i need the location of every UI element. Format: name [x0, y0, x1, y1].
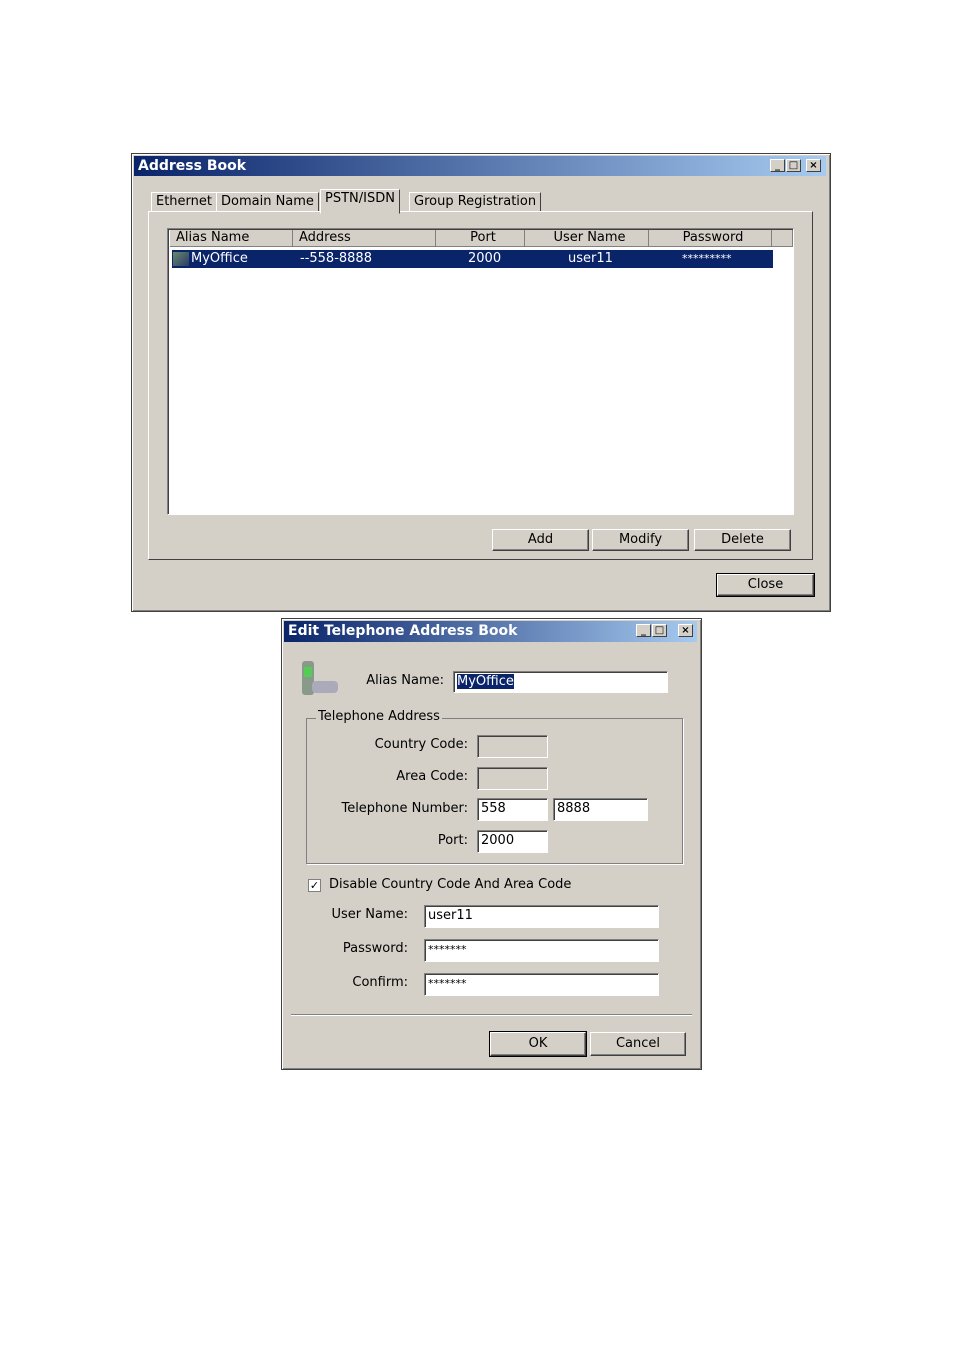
alias-selected-text: MyOffice — [457, 674, 514, 689]
maximize-button[interactable]: □ — [652, 624, 667, 637]
cell-address: --558-8888 — [300, 251, 372, 266]
area-code-label: Area Code: — [396, 769, 468, 784]
minimize-button[interactable]: _ — [636, 624, 651, 637]
ok-button[interactable]: OK — [489, 1031, 587, 1057]
address-list[interactable]: Alias Name Address Port User Name Passwo… — [167, 228, 794, 515]
window-title: Address Book — [138, 158, 247, 174]
add-button[interactable]: Add — [492, 529, 589, 551]
title-bar[interactable]: Edit Telephone Address Book _ □ × — [284, 621, 697, 642]
modify-button[interactable]: Modify — [592, 529, 689, 551]
user-name-input[interactable]: user11 — [424, 905, 659, 928]
password-label: Password: — [342, 941, 408, 956]
phone-icon — [173, 252, 189, 266]
telephone-number-label: Telephone Number: — [341, 801, 468, 816]
cell-alias: MyOffice — [191, 251, 248, 266]
tab-ethernet[interactable]: Ethernet — [151, 192, 217, 212]
column-header-port[interactable]: Port — [436, 230, 525, 247]
edit-telephone-dialog: Edit Telephone Address Book _ □ × Alias … — [281, 618, 702, 1070]
cell-port: 2000 — [468, 251, 502, 266]
minimize-button[interactable]: _ — [770, 159, 785, 172]
country-code-input[interactable] — [477, 735, 548, 758]
area-code-input[interactable] — [477, 767, 548, 790]
column-header-address[interactable]: Address — [293, 230, 436, 247]
disable-codes-checkbox[interactable]: ✓ — [308, 879, 321, 892]
column-header-user-name[interactable]: User Name — [525, 230, 649, 247]
maximize-button[interactable]: □ — [786, 159, 801, 172]
cell-password: ********* — [682, 252, 732, 265]
delete-button[interactable]: Delete — [694, 529, 791, 551]
telephone-prefix-input[interactable]: 558 — [477, 798, 548, 821]
disable-codes-label[interactable]: Disable Country Code And Area Code — [329, 877, 571, 892]
tab-group-registration[interactable]: Group Registration — [409, 192, 542, 212]
tab-domain-name[interactable]: Domain Name — [216, 192, 319, 212]
cancel-button[interactable]: Cancel — [590, 1032, 686, 1056]
tab-panel: Alias Name Address Port User Name Passwo… — [148, 211, 813, 560]
alias-name-input[interactable]: MyOffice — [453, 671, 668, 693]
column-header-alias[interactable]: Alias Name — [170, 230, 293, 247]
close-icon[interactable]: × — [806, 159, 821, 172]
close-button[interactable]: Close — [716, 573, 815, 597]
table-row[interactable]: MyOffice --558-8888 2000 user11 ********… — [171, 249, 774, 269]
port-label: Port: — [437, 833, 468, 848]
tab-pstn-isdn[interactable]: PSTN/ISDN — [320, 189, 400, 214]
column-header-password[interactable]: Password — [649, 230, 772, 247]
confirm-label: Confirm: — [352, 975, 408, 990]
separator — [291, 1014, 692, 1015]
telephone-number-input[interactable]: 8888 — [553, 798, 648, 821]
title-bar[interactable]: Address Book _ □ × — [134, 156, 826, 176]
port-input[interactable]: 2000 — [477, 830, 548, 853]
address-book-window: Address Book _ □ × Ethernet Domain Name … — [131, 153, 831, 612]
column-header-filler — [772, 230, 793, 247]
close-icon[interactable]: × — [678, 624, 693, 637]
dialog-title: Edit Telephone Address Book — [288, 623, 518, 639]
telephone-icon — [300, 659, 340, 699]
alias-name-label: Alias Name: — [366, 673, 444, 688]
password-input[interactable]: ******* — [424, 939, 659, 962]
country-code-label: Country Code: — [374, 737, 468, 752]
cell-user: user11 — [568, 251, 613, 266]
group-label: Telephone Address — [316, 709, 442, 724]
user-name-label: User Name: — [331, 907, 409, 922]
confirm-input[interactable]: ******* — [424, 973, 659, 996]
